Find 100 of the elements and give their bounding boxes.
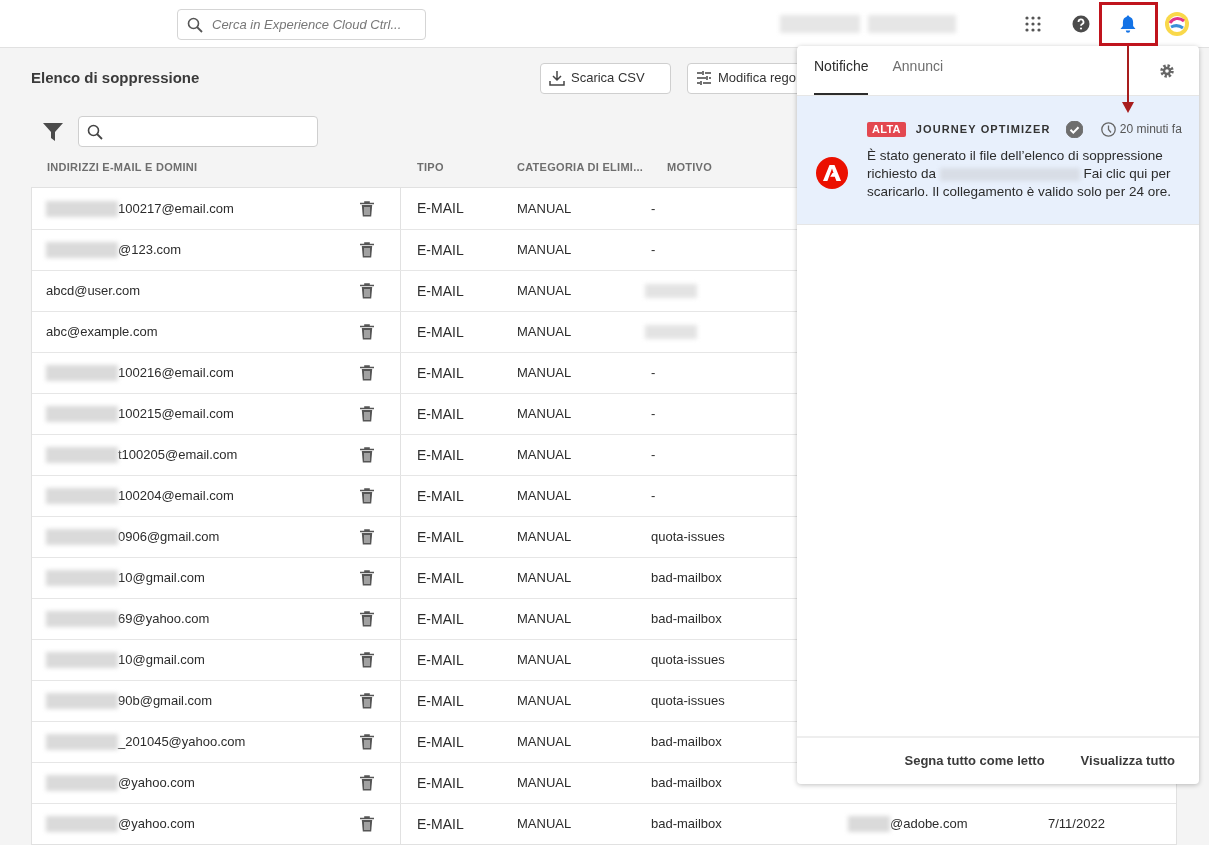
- footer-link[interactable]: Visualizza tutto: [1080, 751, 1175, 771]
- timestamp: 20 minuti fa: [1119, 121, 1182, 138]
- search-icon: [87, 123, 103, 140]
- table-cell-text: -: [651, 405, 657, 424]
- email-address: 0906@gmail.com: [46, 527, 360, 547]
- table-cell-text: E-MAIL: [416, 199, 465, 218]
- notification-source: JOURNEY OPTIMIZER: [915, 121, 1052, 137]
- email-address: 100204@email.com: [46, 486, 360, 506]
- table-cell-text: E-MAIL: [416, 568, 465, 588]
- table-cell-text: E-MAIL: [416, 363, 465, 383]
- delete-icon[interactable]: [360, 652, 374, 668]
- delete-icon[interactable]: [360, 611, 374, 627]
- delete-icon[interactable]: [360, 283, 374, 299]
- delete-icon[interactable]: [360, 816, 374, 832]
- column-header: TIPO: [417, 159, 445, 175]
- email-address: abcd@user.com: [46, 282, 142, 301]
- table-cell: @adobe.com: [848, 814, 1048, 834]
- search-field[interactable]: Cerca in Experience Cloud Ctrl...: [177, 9, 426, 40]
- delete-icon[interactable]: [360, 529, 374, 545]
- table-cell-text: MANUAL: [516, 323, 573, 342]
- table-cell-text: E-MAIL: [416, 281, 465, 301]
- table-cell-text: E-MAIL: [416, 650, 465, 670]
- table-cell-text: -: [651, 364, 657, 383]
- table-cell-text: MANUAL: [516, 569, 573, 588]
- table-cell-text: quota-issues: [651, 528, 726, 547]
- tab[interactable]: Annunci: [892, 56, 944, 95]
- email-address: 100216@email.com: [46, 363, 360, 383]
- table-cell-text: MANUAL: [516, 487, 573, 506]
- filter-icon[interactable]: [42, 120, 64, 143]
- delete-icon[interactable]: [360, 734, 374, 750]
- table-cell-text: MANUAL: [516, 610, 573, 629]
- delete-icon[interactable]: [360, 570, 374, 586]
- delete-icon[interactable]: [360, 242, 374, 258]
- email-address: 10@gmail.com: [46, 568, 360, 588]
- delete-icon[interactable]: [360, 488, 374, 504]
- delete-icon[interactable]: [360, 324, 374, 340]
- email-address: abc@example.com: [46, 323, 159, 342]
- table-cell-text: quota-issues: [651, 651, 726, 670]
- table-cell-text: MANUAL: [516, 446, 573, 465]
- table-cell-text: E-MAIL: [416, 609, 465, 629]
- table-cell-text: bad-mailbox: [651, 569, 723, 588]
- table-cell-text: MANUAL: [516, 528, 573, 547]
- table-cell-text: E-MAIL: [416, 445, 465, 465]
- settings-icon[interactable]: [1159, 63, 1175, 79]
- column-header: INDIRIZZI E-MAIL E DOMINI: [46, 159, 199, 175]
- table-cell-text: MANUAL: [516, 651, 573, 670]
- delete-icon[interactable]: [360, 365, 374, 381]
- email-address: @yahoo.com: [46, 773, 360, 793]
- download-icon: [549, 70, 565, 86]
- apps-grid-icon[interactable]: [1025, 16, 1041, 32]
- table-cell-text: MANUAL: [516, 733, 573, 752]
- highlight-frame: [1099, 2, 1158, 46]
- sliders-icon: [696, 71, 712, 85]
- email-address: 90b@gmail.com: [46, 691, 360, 711]
- help-icon[interactable]: [1072, 15, 1090, 33]
- footer-link[interactable]: Segna tutto come letto: [904, 751, 1045, 771]
- notification-message: È stato generato il file dell’elenco di soppressione richiesto da Fai clic qui per scaricarlo. Il collegamento è valido solo per 24 ore.: [867, 147, 1172, 201]
- table-cell-text: bad-mailbox: [651, 774, 723, 793]
- column-header: MOTIVO: [667, 159, 714, 175]
- priority-badge: ALTA: [867, 121, 906, 137]
- notification-item[interactable]: ALTA JOURNEY OPTIMIZER 20 minuti fa È stato generato il file dell’elenco di soppressione richiesto da Fai clic qui per scaricarlo. Il collegamento è valido solo per 24 ore.: [797, 96, 1199, 225]
- table-cell-text: MANUAL: [516, 774, 573, 793]
- table-cell-text: -: [651, 487, 657, 506]
- email-address: 100215@email.com: [46, 404, 360, 424]
- table-cell-text: E-MAIL: [416, 240, 465, 260]
- search-icon: [187, 17, 203, 33]
- table-cell-text: E-MAIL: [416, 691, 465, 711]
- table-cell-text: MANUAL: [516, 199, 573, 218]
- table-cell-text: E-MAIL: [416, 322, 465, 342]
- clock-icon: [1100, 121, 1116, 137]
- table-cell-text: 7/11/2022: [1048, 815, 1105, 834]
- email-address: @yahoo.com: [46, 814, 360, 834]
- page-title: Elenco di soppressione: [31, 67, 201, 88]
- table-cell-text: E-MAIL: [416, 773, 465, 793]
- delete-icon[interactable]: [360, 200, 374, 217]
- avatar[interactable]: [1164, 11, 1190, 37]
- table-cell-text: MANUAL: [516, 692, 573, 711]
- delete-icon[interactable]: [360, 447, 374, 463]
- table-cell-text: MANUAL: [516, 241, 573, 260]
- table-cell-text: E-MAIL: [416, 732, 465, 752]
- email-address: @123.com: [46, 240, 360, 260]
- table-cell-text: E-MAIL: [416, 404, 465, 424]
- table-cell-text: bad-mailbox: [651, 815, 723, 834]
- table-cell-text: MANUAL: [516, 282, 573, 301]
- table-cell-text: -: [651, 446, 657, 465]
- download-csv-button[interactable]: Scarica CSV: [540, 62, 671, 94]
- email-address: t100205@email.com: [46, 445, 360, 465]
- delete-icon[interactable]: [360, 775, 374, 791]
- read-check-icon[interactable]: [1065, 120, 1083, 138]
- delete-icon[interactable]: [360, 693, 374, 709]
- logo-icon: [816, 157, 848, 189]
- table-cell-text: -: [651, 241, 657, 260]
- table-cell-text: bad-mailbox: [651, 733, 723, 752]
- notification-bell-icon[interactable]: [1120, 15, 1136, 33]
- arrow: [1121, 46, 1135, 114]
- column-header: CATEGORIA DI ELIMI...: [517, 159, 645, 175]
- table-cell-text: quota-issues: [651, 692, 726, 711]
- delete-icon[interactable]: [360, 406, 374, 422]
- table-cell-text: E-MAIL: [416, 814, 465, 834]
- table-search-field[interactable]: [78, 116, 318, 147]
